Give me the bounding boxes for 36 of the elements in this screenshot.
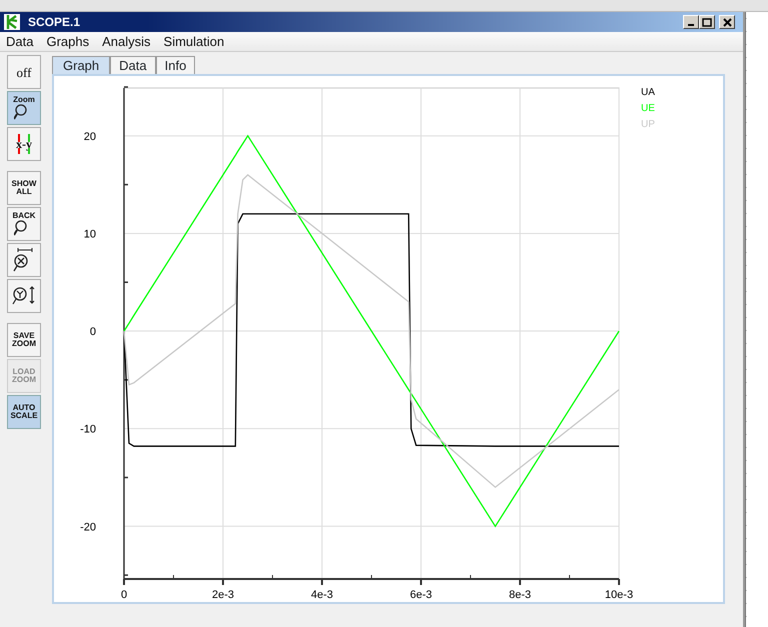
close-icon — [722, 18, 732, 26]
y-tick-label: -10 — [80, 424, 96, 436]
menu-item[interactable]: Data — [6, 32, 34, 52]
y-tick-label: 10 — [84, 228, 96, 240]
x-tick-label: 10e-3 — [604, 589, 634, 601]
toolbar-button[interactable]: Zoom — [7, 91, 41, 125]
y-tick-label: -20 — [80, 521, 96, 534]
legend-label: UE — [641, 103, 655, 114]
x-tick-label: 0 — [120, 589, 128, 601]
tab[interactable]: Data — [110, 56, 156, 74]
toolbar-button[interactable]: off — [7, 55, 41, 89]
maximize-icon — [702, 18, 712, 26]
x-tick-label: 6e-3 — [410, 589, 432, 601]
tab[interactable]: Info — [156, 56, 196, 74]
toolbar-button[interactable]: AUTO SCALE — [7, 395, 41, 429]
toolbar-button[interactable]: BACK — [7, 207, 41, 241]
app-logo-icon — [4, 14, 20, 30]
toolbar-button[interactable]: x-y — [7, 127, 41, 161]
y-tick-label: 0 — [90, 326, 96, 338]
x-tick-label: 8e-3 — [508, 589, 532, 601]
toolbar-button[interactable] — [7, 243, 41, 277]
y-tick-label: 20 — [84, 130, 96, 143]
menu-item[interactable]: Graphs — [46, 32, 90, 52]
toolbar-button[interactable]: SAVE ZOOM — [7, 323, 41, 357]
window-title: SCOPE.1 — [28, 14, 80, 31]
menu-item[interactable]: Simulation — [164, 32, 224, 52]
minimize-button[interactable] — [683, 15, 699, 29]
menu-item[interactable]: Analysis — [102, 32, 151, 52]
tab[interactable]: Graph — [52, 56, 110, 74]
x-tick-label: 2e-3 — [212, 589, 234, 601]
close-button[interactable] — [719, 15, 735, 29]
toolbar-button[interactable]: SHOW ALL — [7, 171, 41, 205]
toolbar-button[interactable] — [7, 279, 41, 313]
legend-label: UA — [641, 87, 655, 98]
maximize-button[interactable] — [699, 15, 715, 29]
x-tick-label: 4e-3 — [310, 589, 334, 601]
